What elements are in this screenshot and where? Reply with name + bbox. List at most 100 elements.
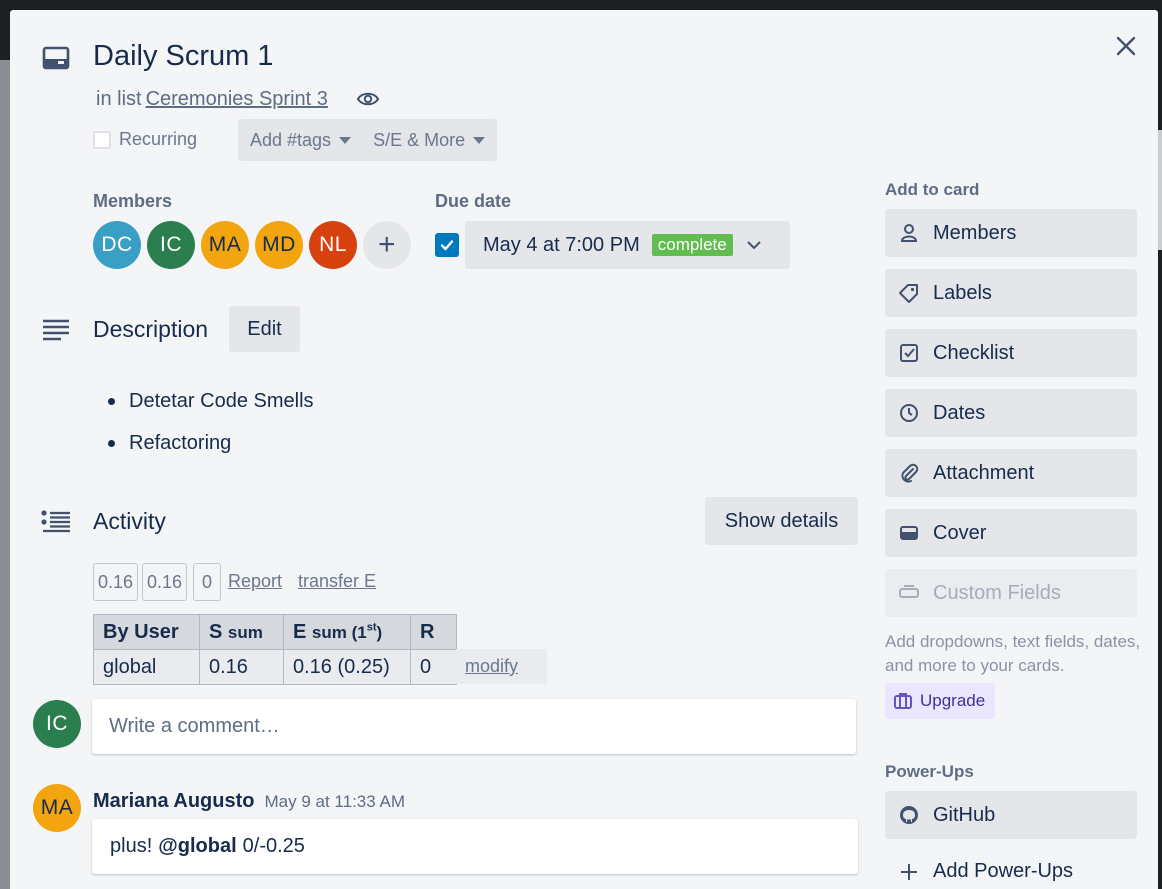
description-list: Detetar Code Smells Refactoring bbox=[108, 380, 314, 464]
tags-bar: Add #tags S/E & More bbox=[238, 119, 497, 161]
activity-icon bbox=[41, 510, 71, 539]
chevron-down-icon bbox=[747, 241, 761, 250]
powerups-title: Power-Ups bbox=[885, 762, 974, 781]
sidebar-dates-button[interactable]: Dates bbox=[885, 389, 1137, 437]
list-link[interactable]: Ceremonies Sprint 3 bbox=[146, 88, 328, 110]
modify-cell: modify bbox=[456, 649, 547, 684]
s-value-box[interactable]: 0.16 bbox=[93, 563, 138, 601]
sidebar-button-label: Checklist bbox=[933, 341, 1015, 364]
sidebar-button-label: Dates bbox=[933, 401, 986, 424]
comment-text: 0/-0.25 bbox=[242, 835, 305, 857]
chevron-down-icon bbox=[339, 136, 352, 144]
due-date-value: May 4 at 7:00 PM bbox=[483, 233, 640, 256]
upgrade-button[interactable]: Upgrade bbox=[885, 683, 995, 719]
members-list: DC IC MA MD NL + bbox=[93, 221, 411, 269]
sidebar-button-label: Cover bbox=[933, 521, 987, 544]
col-e-close: ) bbox=[376, 622, 383, 642]
due-date-label: Due date bbox=[435, 191, 512, 211]
watch-eye-icon[interactable] bbox=[356, 89, 380, 109]
description-icon bbox=[42, 318, 70, 347]
comment-timestamp[interactable]: May 9 at 11:33 AM bbox=[265, 792, 405, 811]
custom-fields-icon bbox=[899, 585, 919, 598]
briefcase-icon bbox=[894, 693, 912, 709]
col-e-label: E bbox=[293, 620, 307, 643]
activity-title: Activity bbox=[93, 508, 166, 534]
custom-fields-note: Add dropdowns, text fields, dates, and m… bbox=[885, 632, 1141, 675]
report-link[interactable]: Report bbox=[228, 571, 282, 592]
board-backdrop bbox=[0, 60, 10, 889]
col-s-sum: S sum bbox=[199, 614, 284, 650]
stats-table: By User S sum E sum (1st) R global 0.16 … bbox=[93, 614, 457, 685]
list-item: Refactoring bbox=[108, 422, 314, 464]
sidebar-members-button[interactable]: Members bbox=[885, 209, 1137, 257]
checklist-icon bbox=[900, 344, 918, 362]
se-more-dropdown[interactable]: S/E & More bbox=[351, 129, 486, 151]
se-more-label: S/E & More bbox=[373, 129, 466, 150]
comment-input[interactable]: Write a comment… bbox=[92, 699, 856, 754]
github-icon bbox=[900, 806, 918, 824]
status-badge: complete bbox=[651, 234, 733, 256]
card-title[interactable]: Daily Scrum 1 bbox=[93, 40, 274, 73]
due-complete-checkbox[interactable] bbox=[435, 233, 459, 257]
sidebar-cover-button[interactable]: Cover bbox=[885, 509, 1137, 557]
person-icon bbox=[900, 224, 918, 242]
cell-r: 0 bbox=[410, 649, 457, 685]
card-icon bbox=[42, 46, 70, 70]
cell-s: 0.16 bbox=[199, 649, 284, 685]
sidebar-labels-button[interactable]: Labels bbox=[885, 269, 1137, 317]
mention[interactable]: @global bbox=[158, 835, 236, 858]
avatar[interactable]: IC bbox=[147, 221, 195, 269]
close-icon[interactable] bbox=[1112, 32, 1140, 60]
sidebar-button-label: Labels bbox=[933, 281, 992, 304]
chevron-down-icon bbox=[473, 136, 486, 144]
add-tags-label: Add #tags bbox=[250, 129, 332, 150]
sidebar-attachment-button[interactable]: Attachment bbox=[885, 449, 1137, 497]
r-value-box[interactable]: 0 bbox=[193, 563, 221, 601]
sidebar-github-button[interactable]: GitHub bbox=[885, 791, 1137, 839]
avatar[interactable]: MA bbox=[201, 221, 249, 269]
add-to-card-title: Add to card bbox=[885, 180, 980, 199]
comment-text: plus! bbox=[110, 835, 153, 857]
in-list-prefix: in list bbox=[96, 88, 142, 110]
add-powerups-button[interactable]: Add Power-Ups bbox=[885, 860, 1073, 883]
card-detail-modal: Daily Scrum 1 in list Ceremonies Sprint 3… bbox=[10, 10, 1158, 889]
recurring-label: Recurring bbox=[119, 129, 198, 149]
sidebar-button-label: Attachment bbox=[933, 461, 1035, 484]
recurring-checkbox[interactable] bbox=[93, 130, 111, 149]
transfer-e-link[interactable]: transfer E bbox=[298, 571, 376, 592]
list-breadcrumb: in list Ceremonies Sprint 3 bbox=[96, 88, 328, 111]
plus-icon bbox=[901, 863, 917, 880]
col-e-sum-label: sum (1 bbox=[311, 622, 367, 642]
tag-icon bbox=[899, 284, 918, 303]
list-item: Detetar Code Smells bbox=[108, 380, 314, 422]
cell-e: 0.16 (0.25) bbox=[283, 649, 411, 685]
sidebar-button-label: Custom Fields bbox=[933, 581, 1061, 604]
col-e-sum: E sum (1st) bbox=[283, 614, 411, 650]
comment-author-name[interactable]: Mariana Augusto bbox=[93, 790, 255, 812]
sidebar-custom-fields-button[interactable]: Custom Fields bbox=[885, 569, 1137, 617]
e-value-box[interactable]: 0.16 bbox=[142, 563, 187, 601]
modify-link[interactable]: modify bbox=[465, 656, 518, 677]
col-r: R bbox=[410, 614, 457, 650]
comment-author-avatar[interactable]: MA bbox=[33, 784, 81, 832]
avatar[interactable]: DC bbox=[93, 221, 141, 269]
col-by-user: By User bbox=[93, 614, 200, 650]
sidebar-checklist-button[interactable]: Checklist bbox=[885, 329, 1137, 377]
due-date-button[interactable]: May 4 at 7:00 PM complete bbox=[465, 221, 790, 269]
recurring-toggle[interactable]: Recurring bbox=[93, 129, 197, 150]
members-label: Members bbox=[93, 191, 173, 211]
table-row: global 0.16 0.16 (0.25) 0 bbox=[93, 649, 457, 685]
cell-user: global bbox=[93, 649, 200, 685]
cover-icon bbox=[900, 526, 918, 540]
comment-header: Mariana Augusto May 9 at 11:33 AM bbox=[93, 790, 405, 813]
add-powerups-label: Add Power-Ups bbox=[933, 860, 1074, 882]
description-title: Description bbox=[93, 316, 209, 342]
current-user-avatar[interactable]: IC bbox=[33, 700, 81, 748]
edit-description-button[interactable]: Edit bbox=[229, 306, 300, 352]
avatar[interactable]: MD bbox=[255, 221, 303, 269]
show-details-button[interactable]: Show details bbox=[705, 497, 858, 545]
add-member-button[interactable]: + bbox=[363, 221, 411, 269]
comment-body: plus! @global 0/-0.25 bbox=[92, 819, 858, 874]
avatar[interactable]: NL bbox=[309, 221, 357, 269]
add-tags-dropdown[interactable]: Add #tags bbox=[238, 129, 352, 151]
